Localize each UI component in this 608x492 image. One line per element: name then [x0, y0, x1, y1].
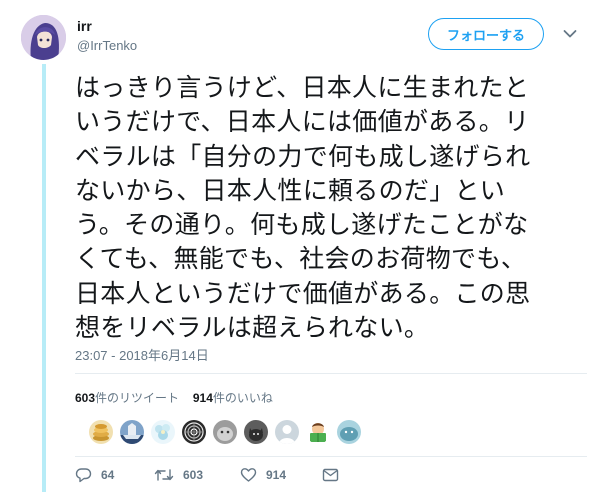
- likes-label: 件のいいね: [212, 391, 273, 405]
- liker-avatar-spiral[interactable]: [182, 420, 206, 444]
- tweet-text-line: う。その通り。何も成し遂げたことがな: [75, 210, 529, 240]
- tweet-timestamp[interactable]: 23:07 - 2018年6月14日: [75, 345, 209, 364]
- reply-count: 64: [101, 468, 115, 482]
- liker-avatar-teal[interactable]: [337, 420, 361, 444]
- follow-button[interactable]: フォローする: [428, 18, 544, 50]
- tweet-text-line: くても、無能でも、社会のお荷物でも、: [75, 244, 527, 274]
- direct-message-button[interactable]: [322, 468, 339, 482]
- direct-message-icon: [322, 468, 339, 482]
- reply-icon: [75, 468, 92, 483]
- like-count: 914: [266, 468, 287, 482]
- user-handle[interactable]: @IrrTenko: [77, 38, 137, 53]
- retweets-stat[interactable]: 603件のリツイート: [75, 391, 179, 405]
- liker-avatar-default[interactable]: [275, 420, 299, 444]
- like-icon: [240, 468, 257, 482]
- divider: [75, 456, 587, 457]
- tweet-text: はっきり言うけど、日本人に生まれたと いうだけで、日本人には価値がある。リ ベラ…: [75, 71, 587, 345]
- retweets-count: 603: [75, 391, 96, 405]
- retweet-icon: [154, 469, 174, 481]
- tweet-text-line: ないから、日本人性に頼るのだ」とい: [75, 175, 506, 205]
- liker-avatar-dog[interactable]: [244, 420, 268, 444]
- tweet-text-line: 想をリベラルは超えられない。: [75, 313, 430, 343]
- display-name[interactable]: irr: [77, 18, 92, 34]
- retweet-button[interactable]: 603: [154, 467, 240, 483]
- retweets-label: 件のリツイート: [95, 391, 180, 405]
- tweet-text-line: 日本人というだけで価値がある。この思: [75, 278, 531, 308]
- divider: [75, 373, 587, 374]
- likes-stat[interactable]: 914件のいいね: [193, 391, 273, 405]
- tweet-actions: 64 603 914: [75, 467, 339, 483]
- liker-avatar-animal[interactable]: [213, 420, 237, 444]
- liker-avatar-flower[interactable]: [151, 420, 175, 444]
- liker-avatar-ship[interactable]: [120, 420, 144, 444]
- liker-avatar-reading[interactable]: [306, 420, 330, 444]
- author-avatar[interactable]: [21, 15, 66, 60]
- chevron-down-icon[interactable]: [563, 29, 577, 39]
- liker-avatars: [89, 420, 361, 446]
- retweet-count: 603: [183, 468, 204, 482]
- like-button[interactable]: 914: [240, 467, 322, 483]
- liker-avatar-coins[interactable]: [89, 420, 113, 444]
- tweet-text-line: はっきり言うけど、日本人に生まれたと: [75, 73, 530, 102]
- tweet-stats: 603件のリツイート 914件のいいね: [75, 389, 283, 406]
- reply-button[interactable]: 64: [75, 467, 154, 483]
- tweet-text-line: ベラルは「自分の力で何も成し遂げられ: [75, 141, 531, 171]
- tweet-text-line: いうだけで、日本人には価値がある。リ: [75, 107, 530, 137]
- thread-line: [42, 64, 46, 492]
- likes-count: 914: [192, 391, 213, 405]
